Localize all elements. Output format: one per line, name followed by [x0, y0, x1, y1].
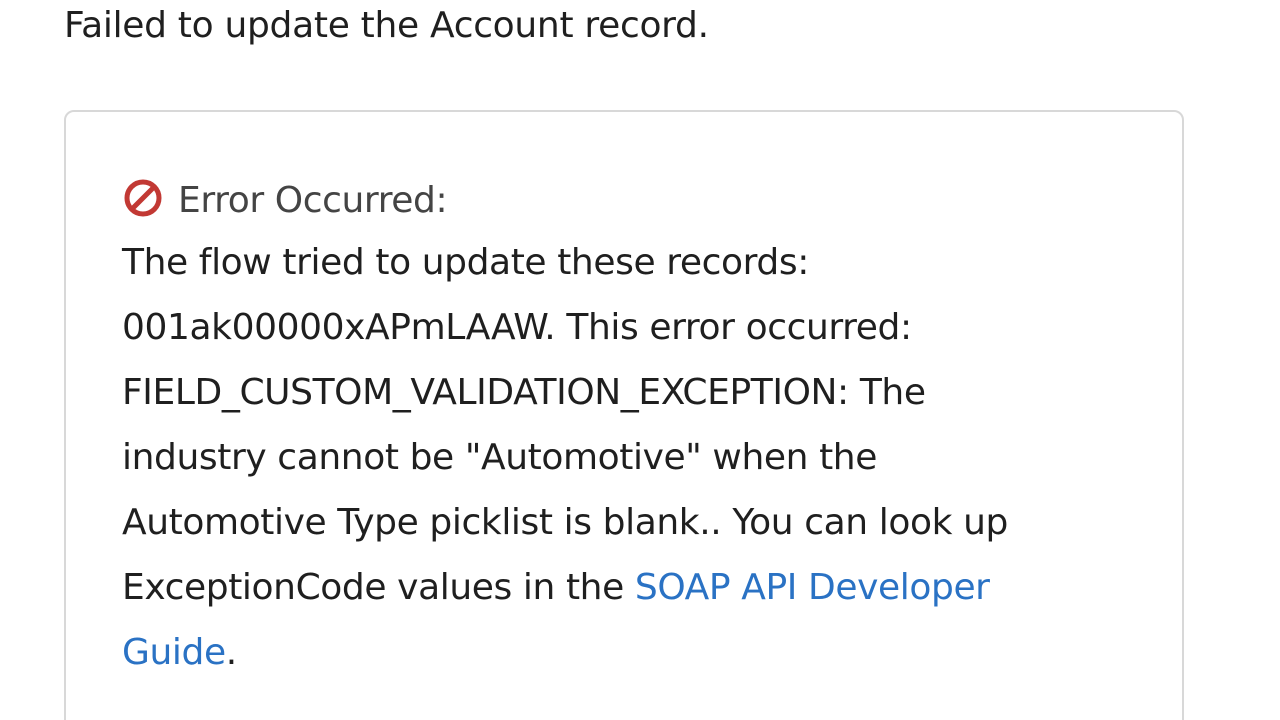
- error-line-4: industry cannot be "Automotive" when the: [122, 437, 877, 478]
- error-title-row: Error Occurred:: [122, 170, 1122, 230]
- error-line-6: ExceptionCode values in the SOAP API Dev…: [122, 555, 1122, 620]
- error-line-7: Guide.: [122, 620, 1122, 685]
- soap-api-guide-link-part2[interactable]: Guide: [122, 632, 226, 673]
- error-line-6-text: ExceptionCode values in the: [122, 567, 635, 608]
- error-message: Error Occurred: The flow tried to update…: [122, 170, 1122, 685]
- page-headline: Failed to update the Account record.: [64, 5, 709, 46]
- prohibited-icon: [122, 175, 164, 217]
- error-card: Error Occurred: The flow tried to update…: [64, 110, 1184, 720]
- error-line-1: The flow tried to update these records:: [122, 242, 809, 283]
- soap-api-guide-link-part1[interactable]: SOAP API Developer: [635, 567, 990, 608]
- error-line-2: 001ak00000xAPmLAAW. This error occurred:: [122, 307, 912, 348]
- error-line-3: FIELD_CUSTOM_VALIDATION_EXCEPTION: The: [122, 372, 926, 413]
- error-page: Failed to update the Account record. Err…: [0, 0, 1280, 720]
- trailing-period: .: [225, 632, 237, 673]
- error-line-5: Automotive Type picklist is blank.. You …: [122, 502, 1008, 543]
- error-title: Error Occurred:: [178, 179, 448, 221]
